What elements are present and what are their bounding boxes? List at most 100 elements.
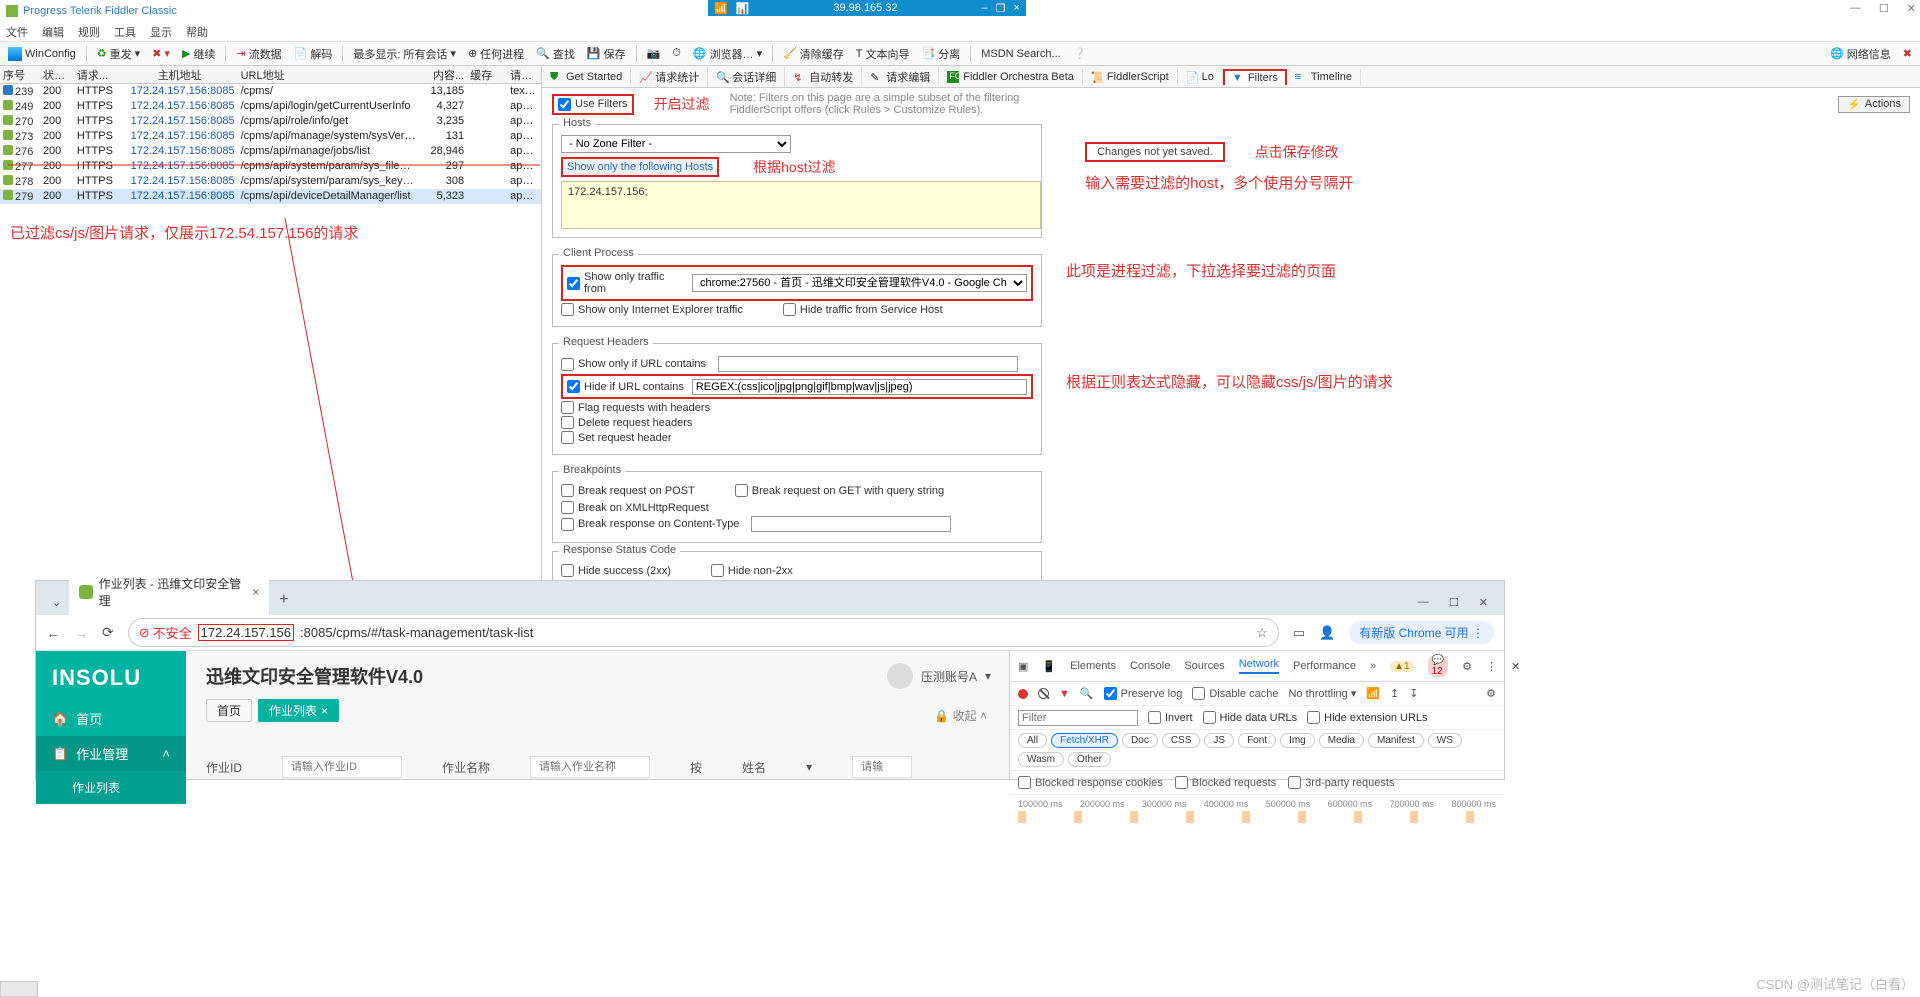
- dt-hideext-checkbox[interactable]: Hide extension URLs: [1307, 711, 1427, 724]
- tab-filters[interactable]: ▼Filters: [1223, 69, 1287, 85]
- host-list-input[interactable]: 172.24.157.156;: [561, 181, 1041, 229]
- dt-pill-css[interactable]: CSS: [1162, 733, 1201, 748]
- sky-close-icon[interactable]: ×: [1014, 2, 1020, 15]
- chrome-forward-icon[interactable]: →: [74, 625, 88, 641]
- tab-autoresponder[interactable]: ↯自动转发: [785, 67, 862, 87]
- tab-orchestra[interactable]: FOFiddler Orchestra Beta: [939, 69, 1083, 85]
- chrome-back-icon[interactable]: ←: [46, 625, 60, 641]
- chrome-ext-icon[interactable]: ▭: [1293, 625, 1305, 641]
- chrome-star-icon[interactable]: ☆: [1256, 625, 1268, 641]
- dt-warn-badge[interactable]: ▲1: [1390, 661, 1413, 672]
- cp-process-select[interactable]: chrome:27560 - 首页 - 迅维文印安全管理软件V4.0 - Goo…: [692, 274, 1027, 292]
- dt-brq-checkbox[interactable]: Blocked requests: [1175, 776, 1276, 789]
- dt-pill-all[interactable]: All: [1018, 733, 1047, 748]
- bp-xhr-checkbox[interactable]: Break on XMLHttpRequest: [561, 501, 1033, 514]
- rh-flag-checkbox[interactable]: Flag requests with headers: [561, 401, 1033, 414]
- dt-gear-icon[interactable]: ⚙: [1486, 687, 1496, 700]
- tab-inspectors[interactable]: 🔍会话详细: [708, 67, 785, 87]
- dt-download-icon[interactable]: ↧: [1409, 687, 1418, 700]
- dt-pill-fetch/xhr[interactable]: Fetch/XHR: [1051, 733, 1118, 748]
- dt-device-icon[interactable]: 📱: [1042, 660, 1056, 673]
- devtools-timeline[interactable]: 100000 ms200000 ms300000 ms400000 ms5000…: [1010, 795, 1504, 827]
- chrome-min-icon[interactable]: —: [1418, 596, 1429, 609]
- sidebar-joblist[interactable]: 作业列表: [36, 771, 186, 804]
- chrome-tab-close-icon[interactable]: ×: [252, 585, 259, 599]
- browser-button[interactable]: 🌐浏览器… ▾: [689, 45, 766, 63]
- tab-getstarted[interactable]: ⛊Get Started: [542, 69, 631, 85]
- session-row[interactable]: 277200HTTPS172.24.157.156:8085/cpms/api/…: [0, 159, 541, 174]
- rh-hideif-checkbox[interactable]: Hide if URL contains: [567, 380, 684, 393]
- dt-tab-elements[interactable]: Elements: [1070, 660, 1116, 672]
- session-row[interactable]: 270200HTTPS172.24.157.156:8085/cpms/api/…: [0, 114, 541, 129]
- help-button[interactable]: ❔: [1069, 46, 1091, 61]
- tab-stats[interactable]: 📈请求统计: [631, 67, 708, 87]
- dt-wifi-icon[interactable]: 📶: [1366, 687, 1380, 700]
- dt-invert-checkbox[interactable]: Invert: [1148, 711, 1193, 724]
- chrome-tab[interactable]: 作业列表 - 迅维文印安全管理 ×: [69, 569, 269, 615]
- dt-search-icon[interactable]: 🔍: [1080, 687, 1094, 700]
- menu-file[interactable]: 文件: [6, 24, 28, 40]
- collapse-toggle[interactable]: 🔒 收起 ˄: [934, 707, 987, 724]
- session-row[interactable]: 278200HTTPS172.24.157.156:8085/cpms/api/…: [0, 174, 541, 189]
- dt-menu-icon[interactable]: ⋮: [1486, 660, 1497, 673]
- sc-2xx-checkbox[interactable]: Hide success (2xx): [561, 564, 671, 577]
- menu-tools[interactable]: 工具: [114, 24, 136, 40]
- form-input-id[interactable]: [282, 756, 402, 778]
- dt-chat-badge[interactable]: 💬12: [1428, 655, 1448, 677]
- menu-edit[interactable]: 编辑: [42, 24, 64, 40]
- dt-tab-sources[interactable]: Sources: [1184, 660, 1224, 672]
- rh-del-checkbox[interactable]: Delete request headers: [561, 416, 1033, 429]
- replay-button[interactable]: ♻重发▾: [93, 45, 144, 63]
- screenshot-button[interactable]: 📷: [643, 46, 665, 61]
- dt-hidedata-checkbox[interactable]: Hide data URLs: [1203, 711, 1298, 724]
- host-filter-mode[interactable]: Show only the following Hosts: [561, 157, 719, 177]
- dt-pill-font[interactable]: Font: [1238, 733, 1276, 748]
- dt-clear-icon[interactable]: [1038, 688, 1049, 699]
- session-row[interactable]: 249200HTTPS172.24.157.156:8085/cpms/api/…: [0, 99, 541, 114]
- bc-home[interactable]: 首页: [206, 699, 252, 722]
- cp-svc-checkbox[interactable]: Hide traffic from Service Host: [783, 303, 943, 316]
- dt-pill-js[interactable]: JS: [1204, 733, 1234, 748]
- textwizard-button[interactable]: T文本向导: [852, 45, 914, 63]
- timer-button[interactable]: ⏱: [668, 46, 685, 61]
- sidebar-jobs[interactable]: 📋 作业管理˄: [36, 736, 186, 771]
- cp-ie-checkbox[interactable]: Show only Internet Explorer traffic: [561, 303, 743, 316]
- save-button[interactable]: 💾保存: [583, 45, 630, 63]
- session-row[interactable]: 239200HTTPS172.24.157.156:8085/cpms/13,1…: [0, 84, 541, 99]
- bp-get-checkbox[interactable]: Break request on GET with query string: [735, 484, 944, 497]
- dt-pill-ws[interactable]: WS: [1428, 733, 1462, 748]
- stream-button[interactable]: ⇥流数据: [232, 45, 285, 63]
- close-button[interactable]: ✕: [1907, 2, 1916, 15]
- tab-log[interactable]: 📄Lo: [1178, 69, 1223, 85]
- menu-rules[interactable]: 规则: [78, 24, 100, 40]
- chrome-url-input[interactable]: ⊘ 不安全 172.24.157.156:8085/cpms/#/task-ma…: [128, 618, 1279, 647]
- sky-min-icon[interactable]: –: [982, 2, 988, 15]
- dt-tab-performance[interactable]: Performance: [1293, 660, 1356, 672]
- dt-pill-manifest[interactable]: Manifest: [1368, 733, 1424, 748]
- dt-preserve-checkbox[interactable]: Preserve log: [1104, 687, 1183, 700]
- chrome-close-icon[interactable]: ✕: [1479, 596, 1488, 609]
- dt-tpr-checkbox[interactable]: 3rd-party requests: [1288, 776, 1394, 789]
- dt-pill-doc[interactable]: Doc: [1122, 733, 1158, 748]
- decode-button[interactable]: 📄解码: [290, 45, 337, 63]
- netinfo-button[interactable]: 🌐网络信息: [1826, 45, 1895, 63]
- sidebar-home[interactable]: 🏠 首页: [36, 701, 186, 736]
- chrome-update-badge[interactable]: 有新版 Chrome 可用 ⋮: [1349, 621, 1494, 644]
- form-input-name[interactable]: [530, 756, 650, 778]
- rh-set-checkbox[interactable]: Set request header: [561, 431, 1033, 444]
- dt-upload-icon[interactable]: ↥: [1390, 687, 1399, 700]
- sky-max-icon[interactable]: ❐: [996, 2, 1006, 15]
- cp-showonly-checkbox[interactable]: Show only traffic from: [567, 271, 686, 295]
- dt-pill-wasm[interactable]: Wasm: [1018, 752, 1064, 767]
- anyproc-button[interactable]: ⊕任何进程: [464, 45, 528, 63]
- dt-pill-media[interactable]: Media: [1319, 733, 1364, 748]
- rh-showif-checkbox[interactable]: Show only if URL contains: [561, 356, 1033, 372]
- tearoff-button[interactable]: 📑分离: [918, 45, 965, 63]
- chrome-newtab-button[interactable]: +: [269, 585, 298, 615]
- bottom-scrollbar[interactable]: [0, 981, 38, 997]
- dt-filter-icon[interactable]: ▼: [1059, 688, 1070, 700]
- dt-pill-img[interactable]: Img: [1280, 733, 1315, 748]
- tab-timeline[interactable]: ≡Timeline: [1287, 69, 1361, 85]
- bc-list[interactable]: 作业列表×: [258, 699, 339, 722]
- winconfig-button[interactable]: WinConfig: [4, 46, 80, 62]
